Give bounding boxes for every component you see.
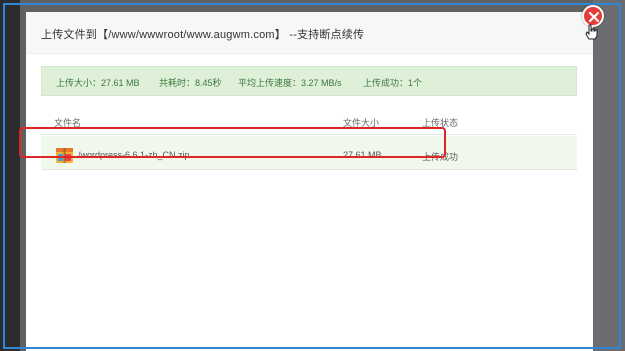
backdrop-right-panel <box>593 0 625 351</box>
archive-file-icon <box>56 148 73 168</box>
hand-cursor-icon <box>585 24 599 45</box>
column-header-filesize: 文件大小 <box>343 118 380 128</box>
column-header-status: 上传状态 <box>422 118 459 128</box>
column-header-filename: 文件名 <box>54 118 82 128</box>
upload-dialog: 上传文件到【/www/wwwroot/www.augwm.com】 --支持断点… <box>26 12 593 351</box>
file-size: 27.61 MB <box>343 150 382 160</box>
close-icon <box>588 11 600 23</box>
upload-summary-bar: 上传大小：27.61 MB 共耗时：8.45秒 平均上传速度：3.27 MB/s… <box>41 66 577 96</box>
summary-upload-size: 上传大小：27.61 MB <box>56 78 140 88</box>
table-header-divider <box>41 134 577 135</box>
upload-status: 上传成功 <box>422 152 459 162</box>
file-name: /wordpress-6.6.1-zh_CN.zip <box>78 150 190 160</box>
backdrop-dark-panel <box>0 0 20 351</box>
summary-success-count: 上传成功：1个 <box>363 78 423 88</box>
summary-average-speed: 平均上传速度：3.27 MB/s <box>238 78 342 88</box>
summary-elapsed-time: 共耗时：8.45秒 <box>159 78 222 88</box>
dialog-title: 上传文件到【/www/wwwroot/www.augwm.com】 --支持断点… <box>41 29 365 41</box>
dialog-header: 上传文件到【/www/wwwroot/www.augwm.com】 --支持断点… <box>26 12 593 54</box>
